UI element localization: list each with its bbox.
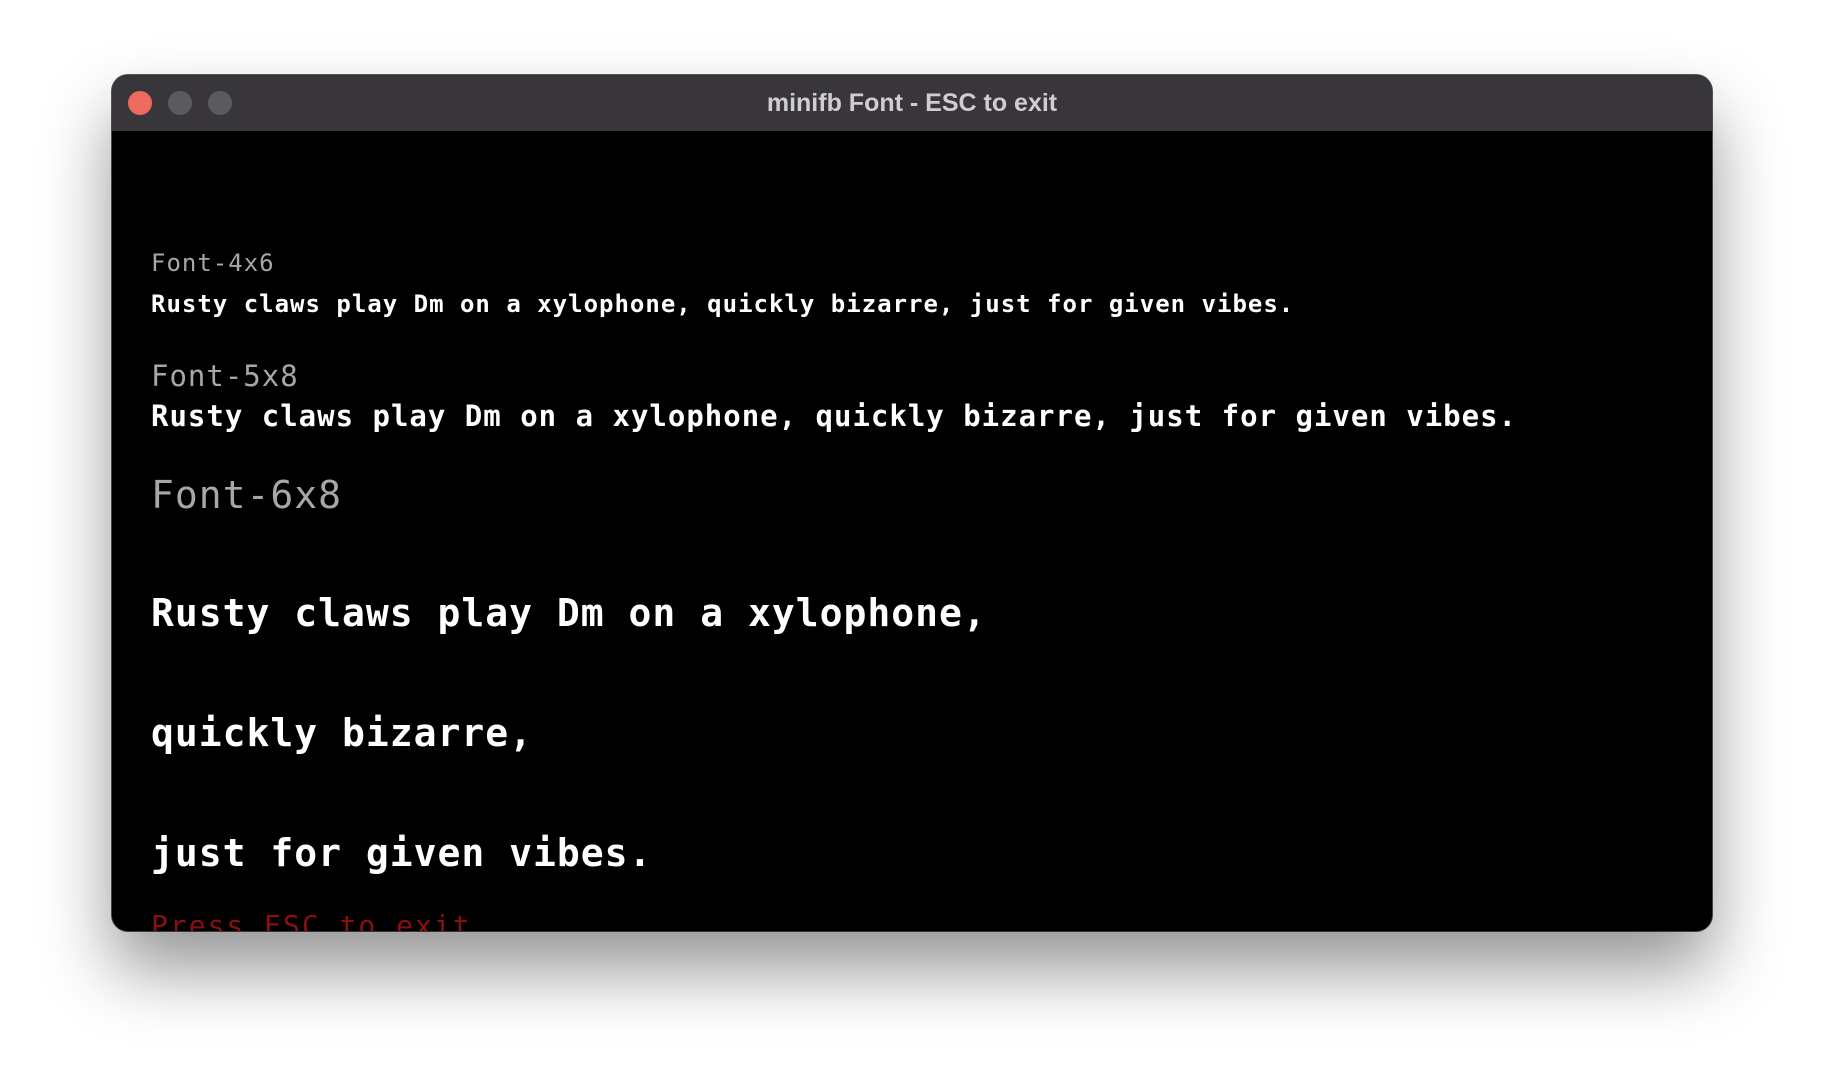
font-6x8-sample-line-3: just for given vibes. xyxy=(151,831,653,875)
font-6x8-sample-line-1: Rusty claws play Dm on a xylophone, xyxy=(151,591,987,635)
desktop: minifb Font - ESC to exit Font-4x6 Rusty… xyxy=(0,0,1824,1080)
font-5x8-label: Font-5x8 xyxy=(151,359,299,393)
font-6x8-sample: Rusty claws play Dm on a xylophone, quic… xyxy=(151,513,987,931)
font-6x8-label: Font-6x8 xyxy=(151,473,343,517)
font-6x8-sample-line-2: quickly bizarre, xyxy=(151,711,534,755)
font-5x8-sample: Rusty claws play Dm on a xylophone, quic… xyxy=(151,399,1518,433)
window-title: minifb Font - ESC to exit xyxy=(766,89,1058,117)
title-bar[interactable]: minifb Font - ESC to exit xyxy=(112,75,1712,132)
font-canvas: Font-4x6 Rusty claws play Dm on a xyloph… xyxy=(112,131,1712,931)
font-4x6-sample: Rusty claws play Dm on a xylophone, quic… xyxy=(151,290,1295,318)
font-4x6-label: Font-4x6 xyxy=(151,249,275,277)
app-window: minifb Font - ESC to exit Font-4x6 Rusty… xyxy=(112,75,1712,931)
exit-hint: Press ESC to exit xyxy=(151,909,472,931)
